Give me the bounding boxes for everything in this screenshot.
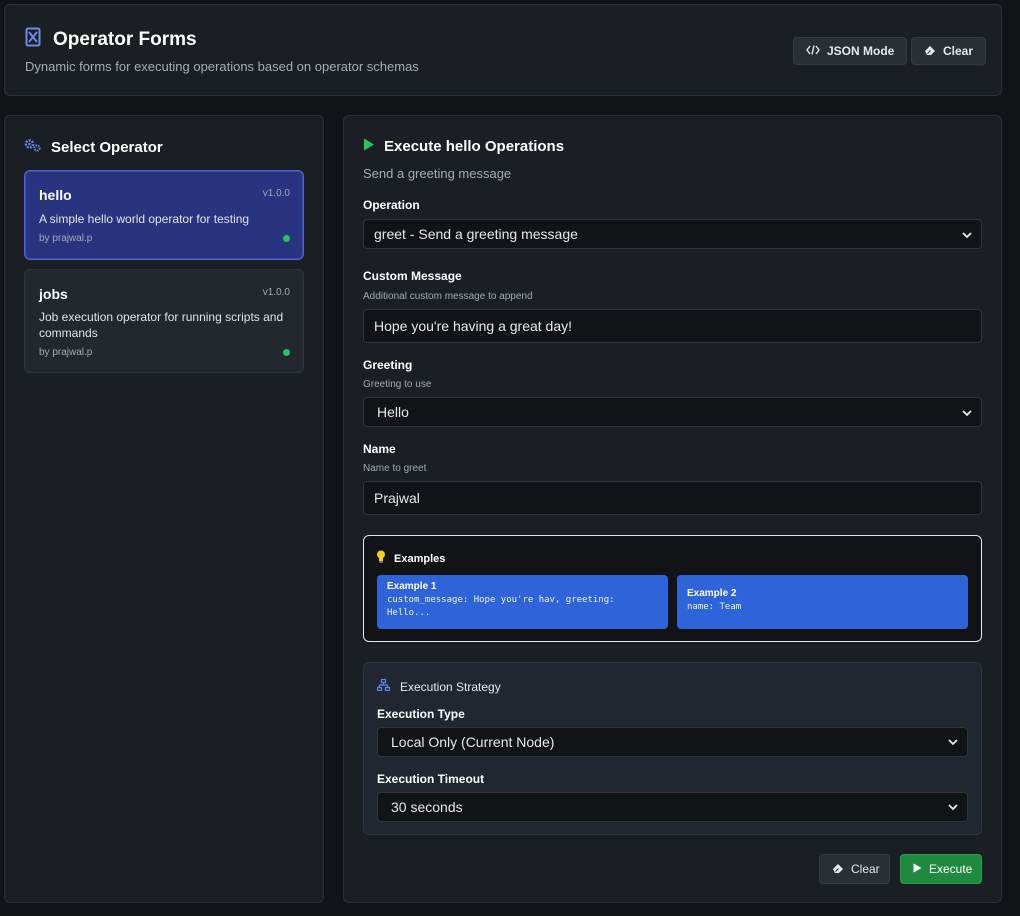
chevron-down-icon xyxy=(948,804,958,811)
operation-select-value: greet - Send a greeting message xyxy=(374,226,578,242)
status-dot xyxy=(283,235,290,242)
chevron-down-icon xyxy=(962,410,972,417)
cube-icon xyxy=(25,27,41,52)
example-body-line: custom_message: Hope you're hav, greetin… xyxy=(387,595,615,605)
name-hint: Name to greet xyxy=(363,463,427,474)
example-title: Example 2 xyxy=(687,588,737,599)
page-title: Operator Forms xyxy=(53,28,197,50)
execute-title-row: Execute hello Operations xyxy=(363,138,564,155)
clear-label: Clear xyxy=(851,862,880,876)
name-value: Prajwal xyxy=(374,490,420,506)
eraser-icon xyxy=(832,862,844,876)
eraser-icon xyxy=(924,44,936,58)
execute-button[interactable]: Execute xyxy=(900,854,982,884)
operator-card-jobs[interactable]: jobs v1.0.0 Job execution operator for r… xyxy=(24,269,304,373)
chevron-down-icon xyxy=(948,739,958,746)
operator-version: v1.0.0 xyxy=(262,287,290,298)
page-subtitle: Dynamic forms for executing operations b… xyxy=(25,59,419,74)
operator-version: v1.0.0 xyxy=(262,188,290,199)
operator-name: jobs xyxy=(39,286,68,302)
examples-title: Examples xyxy=(394,553,446,565)
chevron-down-icon xyxy=(962,232,972,239)
operator-author: by prajwal.p xyxy=(39,347,93,358)
code-icon xyxy=(806,44,820,58)
custom-message-hint: Additional custom message to append xyxy=(363,291,533,302)
play-icon xyxy=(913,862,922,876)
header-clear-button[interactable]: Clear xyxy=(911,37,987,65)
json-mode-button[interactable]: JSON Mode xyxy=(793,37,908,65)
operator-description: Job execution operator for running scrip… xyxy=(39,310,284,340)
strategy-title-row: Execution Strategy xyxy=(376,678,501,696)
page-header: Operator Forms Dynamic forms for executi… xyxy=(4,4,1002,96)
greeting-select[interactable]: Hello xyxy=(363,397,982,427)
custom-message-label: Custom Message xyxy=(363,269,462,283)
greeting-hint: Greeting to use xyxy=(363,379,432,390)
title-row: Operator Forms xyxy=(25,27,197,52)
examples-title-row: Examples xyxy=(376,550,445,568)
header-clear-label: Clear xyxy=(943,44,974,58)
operator-sidebar: Select Operator hello v1.0.0 A simple he… xyxy=(4,115,324,903)
example-card-1[interactable]: Example 1 custom_message: Hope you're ha… xyxy=(377,575,668,629)
execute-title: Execute hello Operations xyxy=(384,138,565,155)
network-icon xyxy=(376,678,391,696)
custom-message-value: Hope you're having a great day! xyxy=(374,318,573,334)
execution-type-label: Execution Type xyxy=(377,707,465,721)
operator-description: A simple hello world operator for testin… xyxy=(39,212,250,226)
play-icon xyxy=(363,138,375,155)
operator-name: hello xyxy=(39,187,72,203)
execution-type-select[interactable]: Local Only (Current Node) xyxy=(377,727,968,757)
status-dot xyxy=(283,349,290,356)
example-body-line: name: Team xyxy=(687,602,742,612)
operator-author: by prajwal.p xyxy=(39,233,93,244)
execution-strategy-box: Execution Strategy Execution Type Local … xyxy=(363,662,982,835)
custom-message-input[interactable]: Hope you're having a great day! xyxy=(363,309,982,343)
lightbulb-icon xyxy=(376,550,386,568)
execute-panel: Execute hello Operations Send a greeting… xyxy=(343,115,1002,903)
execution-timeout-label: Execution Timeout xyxy=(377,772,485,786)
execute-subtitle: Send a greeting message xyxy=(363,166,512,181)
examples-box: Examples Example 1 custom_message: Hope … xyxy=(363,535,982,642)
operation-label: Operation xyxy=(363,198,420,212)
example-card-2[interactable]: Example 2 name: Team xyxy=(677,575,968,629)
name-input[interactable]: Prajwal xyxy=(363,481,982,515)
strategy-title: Execution Strategy xyxy=(400,680,501,694)
execution-timeout-value: 30 seconds xyxy=(391,799,463,815)
operation-select[interactable]: greet - Send a greeting message xyxy=(363,219,982,249)
example-title: Example 1 xyxy=(387,581,437,592)
example-body-line: Hello... xyxy=(387,608,431,618)
greeting-select-value: Hello xyxy=(377,404,409,420)
sidebar-title: Select Operator xyxy=(51,138,163,156)
execute-label: Execute xyxy=(929,862,973,876)
sidebar-title-row: Select Operator xyxy=(24,138,163,156)
execution-timeout-select[interactable]: 30 seconds xyxy=(377,792,968,822)
name-label: Name xyxy=(363,442,396,456)
execution-type-value: Local Only (Current Node) xyxy=(391,734,555,750)
operator-card-hello[interactable]: hello v1.0.0 A simple hello world operat… xyxy=(24,170,304,260)
cogs-icon xyxy=(24,138,42,156)
json-mode-label: JSON Mode xyxy=(827,44,895,58)
greeting-label: Greeting xyxy=(363,358,413,372)
clear-button[interactable]: Clear xyxy=(819,854,890,884)
